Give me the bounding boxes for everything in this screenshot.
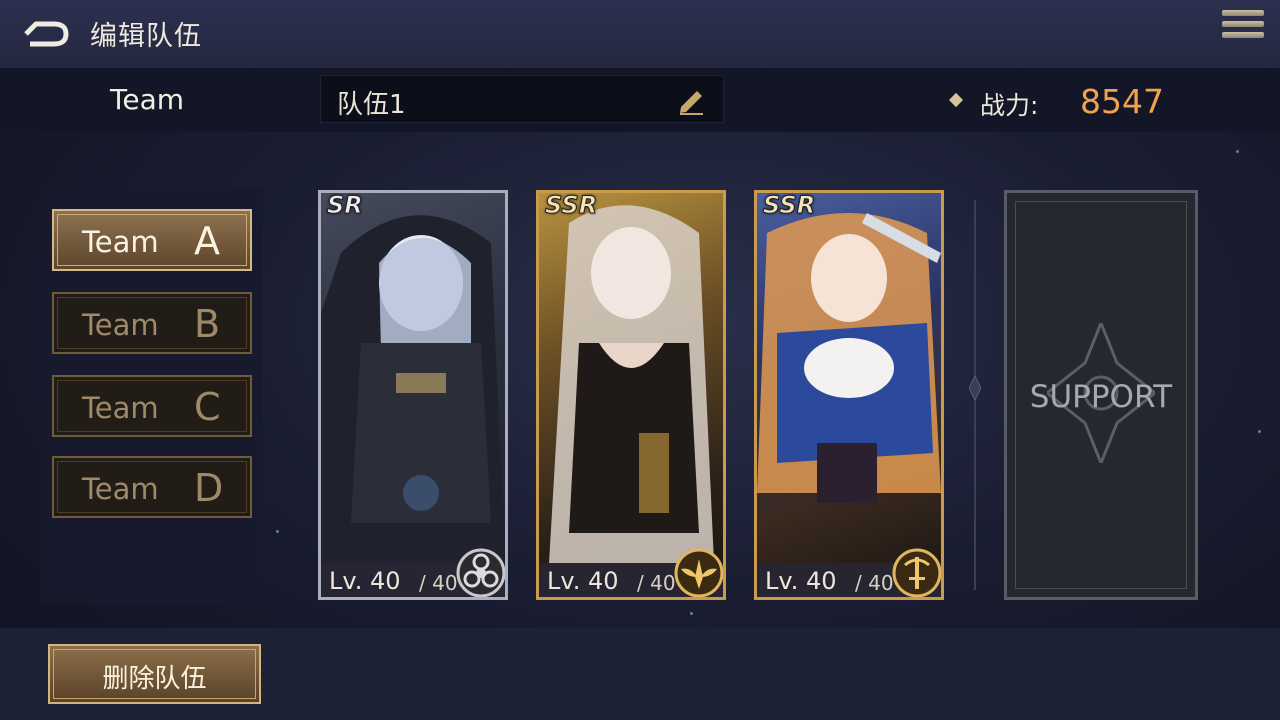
background-star — [1258, 430, 1261, 433]
rarity-badge: SR — [327, 191, 364, 220]
character-card-3[interactable]: SSR Lv. 40 / 40 — [754, 190, 944, 600]
back-arrow-icon — [24, 21, 69, 47]
team-tab-letter: B — [194, 302, 221, 346]
team-tab-letter: A — [194, 219, 220, 263]
sword-class-icon — [892, 548, 941, 597]
team-tab-b[interactable]: Team B — [52, 292, 252, 354]
team-tab-word: Team — [82, 472, 159, 506]
background-star — [1236, 150, 1239, 153]
rarity-badge: SSR — [544, 191, 598, 220]
hazard-class-icon — [456, 548, 505, 597]
winged-class-icon — [674, 548, 723, 597]
team-tab-word: Team — [82, 391, 159, 425]
character-portrait — [549, 205, 714, 563]
character-portrait — [757, 213, 941, 503]
back-button[interactable] — [20, 14, 72, 54]
pencil-edit-icon[interactable] — [675, 85, 707, 115]
team-selector-panel: Team A Team B Team C Team D — [40, 186, 263, 604]
support-slot[interactable]: SUPPORT — [1004, 190, 1198, 600]
delete-team-button[interactable]: 删除队伍 — [48, 644, 261, 704]
hamburger-menu-icon — [1222, 10, 1264, 16]
background-star — [690, 612, 693, 615]
team-tab-letter: D — [194, 466, 224, 510]
team-info-bar: Team 队伍1 战力: 8547 — [0, 68, 1280, 132]
divider-ornament-icon — [969, 376, 981, 400]
team-tab-c[interactable]: Team C — [52, 375, 252, 437]
support-label: SUPPORT — [1029, 379, 1173, 415]
character-portrait — [321, 215, 505, 563]
team-tab-d[interactable]: Team D — [52, 456, 252, 518]
delete-team-label: 删除队伍 — [102, 664, 207, 694]
power-value: 8547 — [1080, 82, 1164, 121]
max-level-text: / 40 — [637, 571, 676, 595]
rarity-badge: SSR — [762, 191, 816, 220]
team-name-field[interactable]: 队伍1 — [320, 75, 724, 123]
character-card-1[interactable]: SR Lv. 40 / 40 — [318, 190, 508, 600]
team-tab-word: Team — [82, 308, 159, 342]
character-card-2[interactable]: SSR Lv. 40 / 40 — [536, 190, 726, 600]
team-tab-word: Team — [82, 225, 159, 259]
menu-button[interactable] — [1222, 10, 1264, 48]
top-bar: 编辑队伍 — [0, 0, 1280, 68]
screen-title: 编辑队伍 — [90, 21, 202, 52]
team-name-text: 队伍1 — [337, 90, 406, 120]
level-text: Lv. 40 — [329, 567, 401, 595]
diamond-bullet-icon — [948, 92, 964, 108]
max-level-text: / 40 — [855, 571, 894, 595]
team-tab-letter: C — [194, 385, 221, 429]
max-level-text: / 40 — [419, 571, 458, 595]
team-tab-a[interactable]: Team A — [52, 209, 252, 271]
team-label: Team — [110, 83, 185, 116]
level-text: Lv. 40 — [765, 567, 837, 595]
power-label: 战力: — [980, 91, 1039, 120]
level-text: Lv. 40 — [547, 567, 619, 595]
background-star — [276, 530, 279, 533]
